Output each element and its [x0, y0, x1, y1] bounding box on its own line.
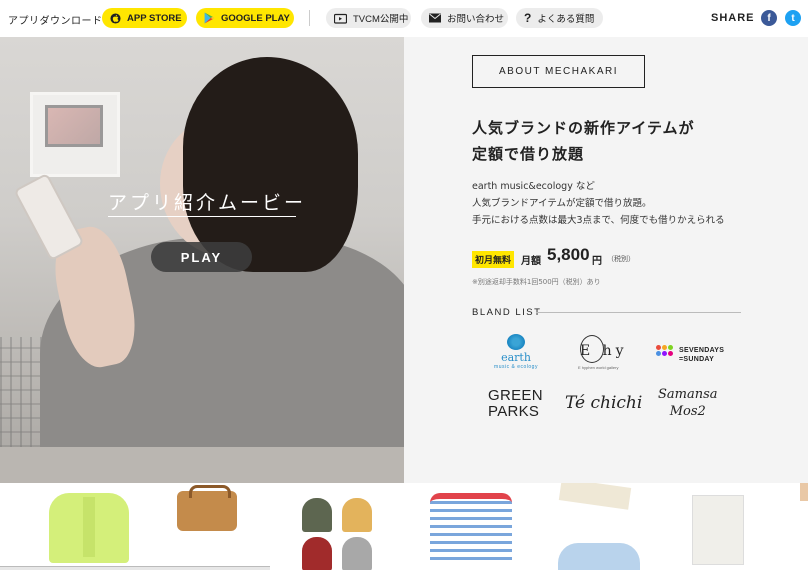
ehyphen-name: E hy	[580, 343, 628, 359]
earth-name: earth	[501, 351, 531, 364]
brand-list-heading: BLAND LIST	[472, 307, 542, 318]
mail-icon	[429, 13, 441, 23]
twitter-glyph: t	[791, 12, 795, 24]
faq-button[interactable]: ? よくある質問	[516, 8, 603, 28]
return-fee-note: ※別途返却手数料1回500円（税別）あり	[472, 278, 601, 286]
brand-ehyphen-logo[interactable]: E hy E hyphen world gallery	[576, 333, 632, 373]
window-view	[45, 105, 103, 147]
share-label: SHARE	[711, 12, 755, 24]
divider	[309, 10, 310, 26]
about-panel	[404, 37, 808, 483]
desc-line2: 人気ブランドアイテムが定額で借り放題。	[472, 198, 652, 209]
model-hair	[183, 57, 358, 272]
product-beanie-red[interactable]	[302, 537, 332, 570]
product-striped-top[interactable]	[430, 493, 512, 565]
product-blue-cardigan[interactable]	[558, 543, 640, 570]
samansa-line1: Samansa	[658, 387, 718, 402]
contact-button[interactable]: お問い合わせ	[421, 8, 508, 28]
tvcm-label: TVCM公開中	[353, 14, 409, 25]
facebook-glyph: f	[767, 12, 771, 24]
brand-samansa-logo[interactable]: Samansa Mos2	[658, 386, 718, 420]
sevendays-dots-icon	[656, 345, 676, 361]
app-store-button[interactable]: APP STORE	[102, 8, 187, 28]
contact-label: お問い合わせ	[447, 14, 505, 25]
first-month-free-badge: 初月無料	[472, 251, 515, 268]
greenparks-line2: PARKS	[488, 403, 540, 420]
brand-earth-logo[interactable]: earth music & ecology	[486, 334, 546, 376]
headline-line1: 人気ブランドの新作アイテムが	[472, 119, 695, 137]
status-bar	[0, 566, 270, 570]
facebook-icon[interactable]: f	[761, 10, 777, 26]
google-play-button[interactable]: GOOGLE PLAY	[196, 8, 294, 28]
sevendays-line2: =SUNDAY	[679, 356, 715, 363]
top-bar: アプリダウンロード： APP STORE GOOGLE PLAY TVCM公開中…	[0, 0, 808, 37]
product-brown-bag[interactable]	[177, 485, 237, 531]
product-beanie-olive[interactable]	[302, 498, 332, 532]
desc-line1: earth music&ecology など	[472, 181, 595, 192]
brand-sevendays-logo[interactable]: SEVENDAYS =SUNDAY	[656, 343, 736, 367]
brand-greenparks-logo[interactable]: GREEN PARKS	[488, 388, 543, 420]
movie-title: アプリ紹介ムービー	[108, 192, 307, 214]
download-label: アプリダウンロード：	[8, 16, 113, 27]
headline-line2: 定額で借り放題	[472, 145, 585, 163]
movie-title-underline	[108, 216, 296, 217]
google-play-icon	[204, 12, 215, 24]
greenparks-line1: GREEN	[488, 387, 543, 404]
sevendays-name: SEVENDAYS =SUNDAY	[679, 346, 724, 364]
earth-flower-icon	[507, 334, 525, 350]
ehyphen-sub: E hyphen world gallery	[578, 365, 619, 370]
product-strip	[0, 483, 808, 570]
price-unit: 円	[592, 256, 602, 267]
tvcm-button[interactable]: TVCM公開中	[326, 8, 411, 28]
tv-icon	[334, 13, 347, 24]
brand-techichi-logo[interactable]: Té chichi	[565, 393, 642, 413]
tax-note: （税別）	[607, 255, 635, 263]
product-white-shirt[interactable]	[692, 495, 744, 565]
price-label: 月額	[521, 256, 541, 267]
kitchen-counter	[0, 447, 404, 483]
product-beanie-mustard[interactable]	[342, 498, 372, 532]
about-mechakari-button[interactable]: ABOUT MECHAKARI	[472, 55, 645, 88]
product-lime-cardigan[interactable]	[49, 493, 129, 563]
twitter-icon[interactable]: t	[785, 10, 801, 26]
smartphone-image	[13, 172, 85, 262]
faq-label: よくある質問	[537, 14, 595, 25]
google-play-label: GOOGLE PLAY	[221, 12, 290, 24]
price-value: 5,800	[547, 245, 590, 264]
product-partial-item[interactable]	[800, 483, 808, 501]
brand-list-divider	[536, 312, 741, 313]
product-beanie-gray[interactable]	[342, 537, 372, 570]
question-icon: ?	[524, 11, 532, 25]
apple-icon	[110, 12, 121, 24]
earth-sub: music & ecology	[494, 364, 538, 370]
desc-line3: 手元における点数は最大3点まで、何度でも借りかえられる	[472, 215, 725, 226]
background-window	[30, 92, 120, 177]
play-button[interactable]: PLAY	[151, 242, 252, 272]
product-beige-top[interactable]	[558, 483, 632, 510]
sevendays-line1: SEVENDAYS	[679, 347, 725, 354]
app-store-label: APP STORE	[127, 12, 182, 24]
samansa-line2: Mos2	[669, 404, 706, 419]
